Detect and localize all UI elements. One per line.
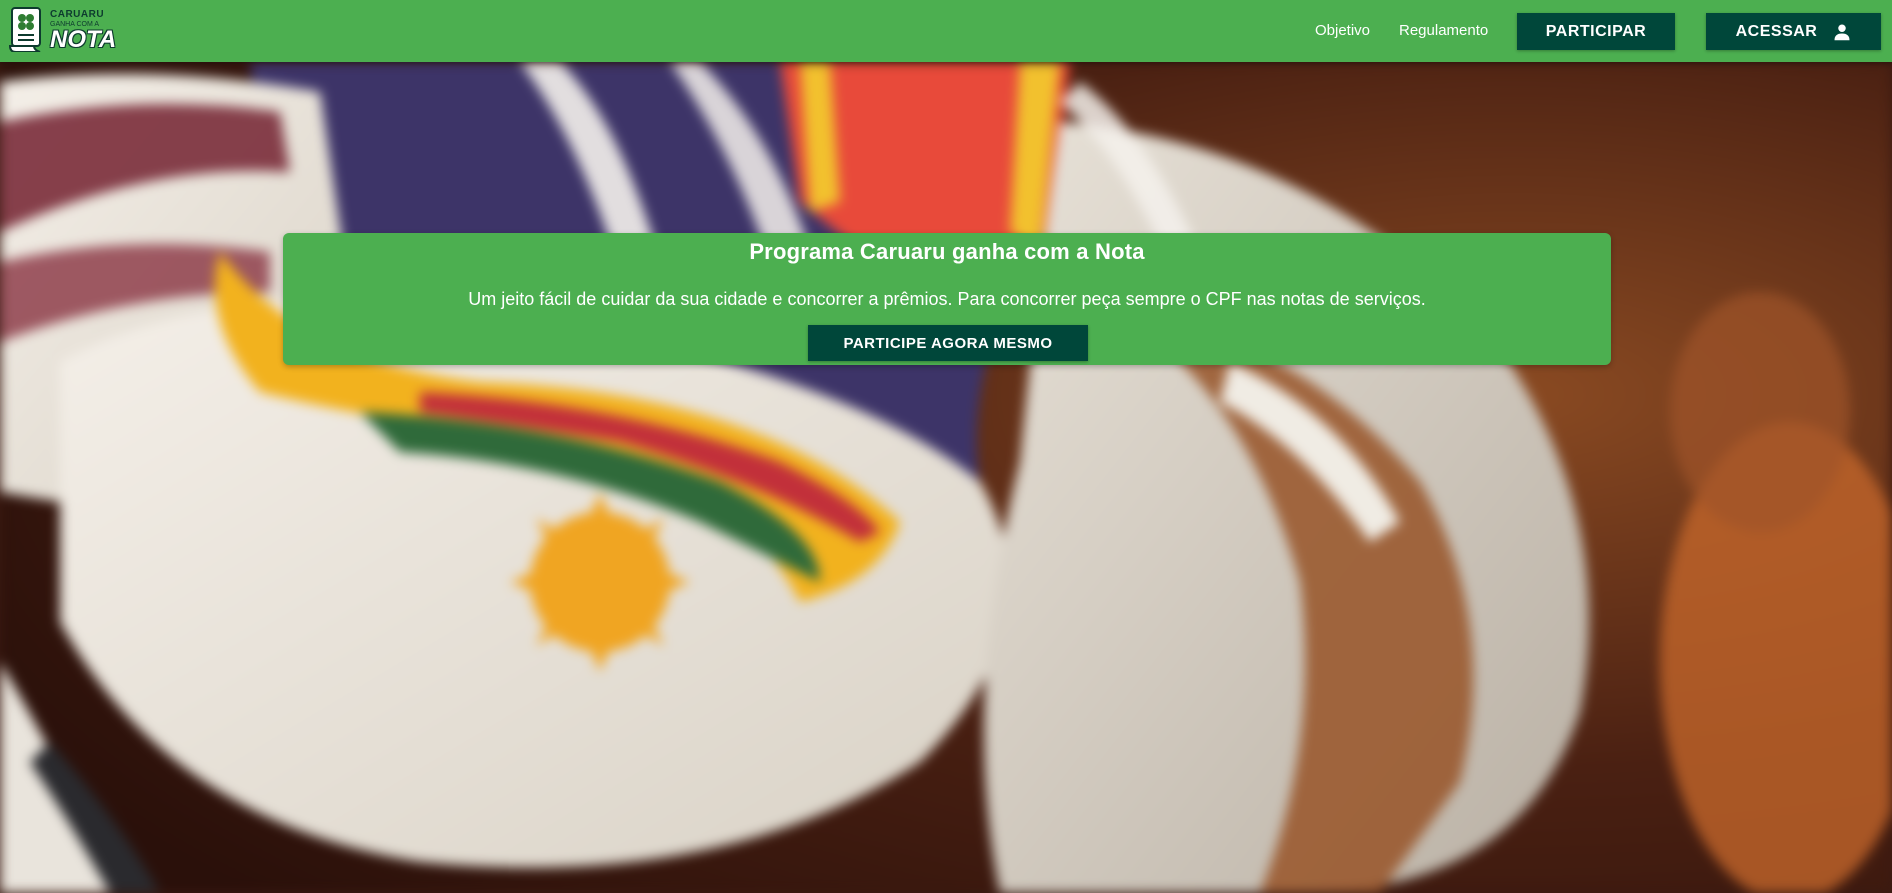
logo-text-nota: NOTA xyxy=(50,26,117,53)
participe-agora-button[interactable]: PARTICIPE AGORA MESMO xyxy=(808,325,1088,361)
logo-text-caruaru: CARUARU xyxy=(50,9,105,20)
document-clover-icon xyxy=(8,7,41,52)
hero-info-card: Programa Caruaru ganha com a Nota Um jei… xyxy=(283,233,1611,365)
acessar-button-label: ACESSAR xyxy=(1735,22,1818,40)
participe-agora-button-label: PARTICIPE AGORA MESMO xyxy=(843,334,1053,352)
page: CARUARU GANHA COM A NOTA Objetivo Regula… xyxy=(0,0,1892,893)
participar-button-label: PARTICIPAR xyxy=(1545,22,1647,40)
site-logo[interactable]: CARUARU GANHA COM A NOTA xyxy=(6,4,116,54)
hero-title: Programa Caruaru ganha com a Nota xyxy=(749,239,1145,264)
acessar-button[interactable]: ACESSAR xyxy=(1706,13,1881,50)
hero-background-image xyxy=(0,62,1892,893)
nav-link-regulamento[interactable]: Regulamento xyxy=(1399,22,1488,39)
hero-photo xyxy=(0,62,1892,893)
hero-subtitle: Um jeito fácil de cuidar da sua cidade e… xyxy=(468,289,1426,309)
participar-button[interactable]: PARTICIPAR xyxy=(1517,13,1675,50)
top-navigation-bar: CARUARU GANHA COM A NOTA Objetivo Regula… xyxy=(0,0,1892,62)
user-icon xyxy=(1834,24,1850,40)
nav-link-objetivo[interactable]: Objetivo xyxy=(1315,22,1370,39)
